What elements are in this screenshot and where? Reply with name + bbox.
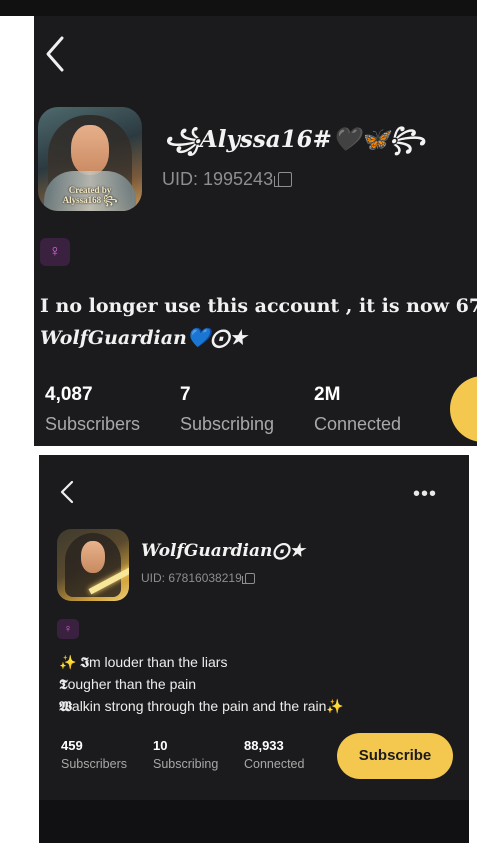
stat-connected[interactable]: 88,933 Connected xyxy=(244,738,304,771)
bottom-band xyxy=(39,800,469,843)
copy-icon[interactable] xyxy=(241,573,255,584)
avatar[interactable]: Created by Alyssa168 ꧂ xyxy=(38,107,142,211)
user-id: UID: 67816038219 xyxy=(141,571,255,585)
user-id: UID: 1995243 xyxy=(162,169,293,190)
profile-bio: ✨ 𝕴m louder than the liars 𝕿ougher than … xyxy=(59,652,344,718)
subscribe-button[interactable] xyxy=(450,376,477,442)
bio-line: 𝖂alkin strong through the pain and the r… xyxy=(59,698,344,715)
sparkle-icon: ✨ xyxy=(59,654,77,670)
profile-card-old: Created by Alyssa168 ꧂ ꧁Alyssa16#🖤🦋꧂ UID… xyxy=(34,16,477,446)
stat-subscribers[interactable]: 459 Subscribers xyxy=(61,738,127,771)
bio-line: ✨ 𝕴m louder than the liars xyxy=(59,654,228,671)
avatar-caption: Created by Alyssa168 ꧂ xyxy=(62,185,118,205)
bio-line: WolfGuardian💙⨀★ xyxy=(40,327,247,349)
stat-subscribing[interactable]: 7 Subscribing xyxy=(180,384,274,435)
sparkle-icon: ✨ xyxy=(326,698,344,714)
gender-badge: ♀ xyxy=(57,619,79,639)
user-id-text: UID: 1995243 xyxy=(162,169,274,189)
back-arrow-icon[interactable] xyxy=(42,34,68,74)
stat-subscribing[interactable]: 10 Subscribing xyxy=(153,738,218,771)
stat-connected[interactable]: 2M Connected xyxy=(314,384,401,435)
gender-badge: ♀ xyxy=(40,238,70,266)
subscribe-button[interactable]: Subscribe xyxy=(337,733,453,779)
bio-line: 𝕿ougher than the pain xyxy=(59,676,197,693)
stat-subscribers[interactable]: 4,087 Subscribers xyxy=(45,384,140,435)
profile-name: ꧁Alyssa16#🖤🦋꧂ xyxy=(164,126,426,153)
profile-bio: I no longer use this account , it is now… xyxy=(40,290,477,354)
user-id-text: UID: 67816038219 xyxy=(141,571,242,585)
top-bar xyxy=(0,0,477,16)
back-arrow-icon[interactable] xyxy=(59,479,75,505)
profile-card-new: ••• WolfGuardian⨀★ UID: 67816038219 ♀ ✨ … xyxy=(39,455,469,843)
more-options-icon[interactable]: ••• xyxy=(413,483,437,506)
bio-line: I no longer use this account , it is now… xyxy=(40,295,477,317)
copy-icon[interactable] xyxy=(274,172,293,187)
avatar[interactable] xyxy=(57,529,129,601)
profile-name: WolfGuardian⨀★ xyxy=(141,541,305,561)
